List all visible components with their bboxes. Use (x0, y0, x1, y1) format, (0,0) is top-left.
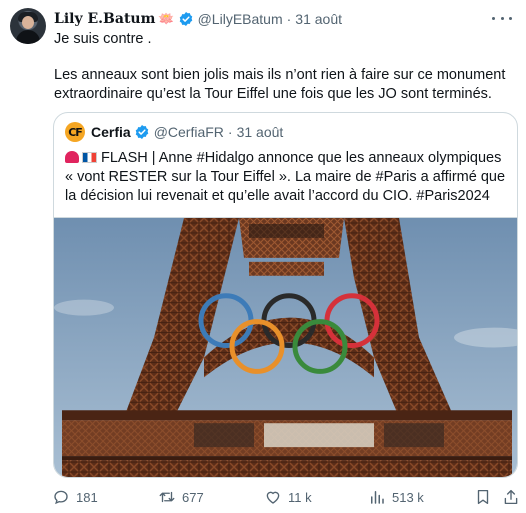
quoted-tweet[interactable]: CF Cerfia @CerfiaFR · 31 août FLASH | An… (53, 112, 518, 478)
quote-date[interactable]: 31 août (237, 124, 284, 140)
quote-avatar-logo: CF (68, 125, 83, 139)
views-chart-icon (371, 491, 384, 504)
avatar-body (16, 30, 40, 44)
avatar[interactable] (10, 8, 46, 44)
quote-header: CF Cerfia @CerfiaFR · 31 août (65, 122, 283, 142)
lotus-emoji: 🪷 (158, 11, 175, 26)
quote-avatar[interactable]: CF (65, 122, 85, 142)
retweet-count: 677 (182, 489, 204, 505)
reply-count: 181 (76, 489, 98, 505)
tweet[interactable]: Lily E.Batum 🪷 @LilyEBatum · 31 août Je … (0, 0, 526, 513)
like-button[interactable]: 11 k (264, 488, 312, 506)
share-icon (504, 489, 518, 505)
bookmark-button[interactable] (474, 488, 498, 506)
siren-emoji-icon (65, 151, 79, 163)
bookmark-icon (477, 489, 489, 505)
reply-button[interactable]: 181 (52, 488, 98, 506)
more-options-icon[interactable] (492, 10, 512, 26)
verified-badge-icon (179, 12, 192, 26)
views-button[interactable]: 513 k (368, 488, 424, 506)
quote-text-body: FLASH | Anne #Hidalgo annonce que les an… (65, 150, 506, 204)
handle[interactable]: @LilyEBatum (198, 11, 283, 27)
like-count: 11 k (288, 489, 312, 505)
quote-display-name[interactable]: Cerfia (91, 124, 131, 140)
avatar-face (22, 16, 34, 29)
action-bar: 181 677 11 k 513 k (50, 488, 520, 510)
france-flag-icon (82, 152, 97, 163)
retweet-button[interactable]: 677 (158, 488, 204, 506)
verified-badge-icon (135, 125, 148, 139)
reply-icon (54, 490, 68, 505)
share-button[interactable] (502, 488, 526, 506)
eiffel-tower-photo[interactable] (54, 217, 518, 478)
display-name[interactable]: Lily E.Batum (54, 11, 155, 27)
views-count: 513 k (392, 489, 424, 505)
separator-dot: · (227, 124, 233, 140)
tweet-header: Lily E.Batum 🪷 @LilyEBatum · 31 août (54, 9, 342, 29)
heart-icon (266, 491, 280, 504)
tweet-date[interactable]: 31 août (295, 11, 342, 27)
tweet-text-paragraph: Les anneaux sont bien jolis mais ils n’o… (54, 67, 506, 102)
quote-handle[interactable]: @CerfiaFR (154, 124, 224, 140)
quote-text: FLASH | Anne #Hidalgo annonce que les an… (65, 149, 513, 206)
separator-dot: · (286, 11, 292, 27)
tweet-text-line: Je suis contre . (54, 31, 152, 47)
retweet-icon (159, 491, 175, 503)
